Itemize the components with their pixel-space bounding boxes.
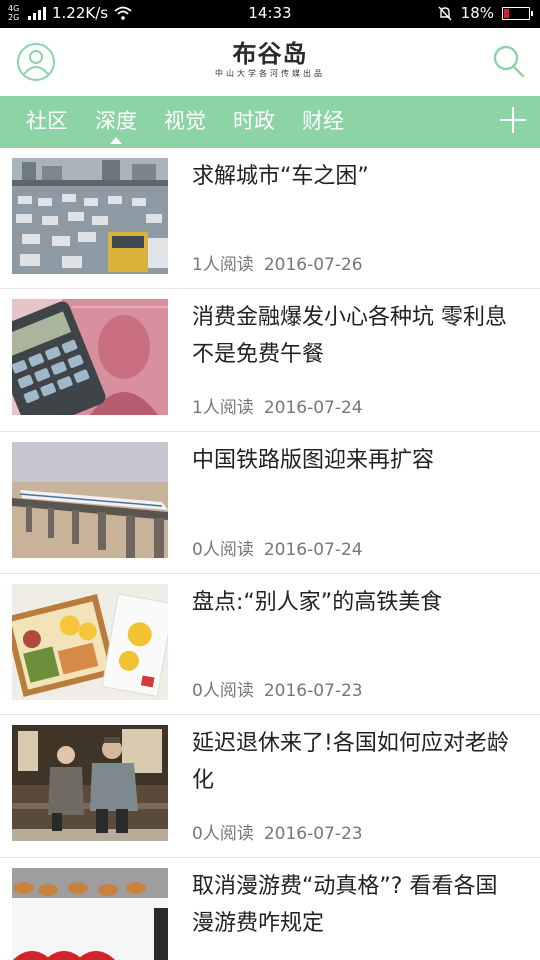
publish-date: 2016-07-23 [263,824,363,844]
article-title[interactable]: 盘点:“别人家”的高铁美食 [192,584,518,621]
article-title[interactable]: 取消漫游费“动真格”? 看看各国漫游费咋规定 [192,868,518,942]
publish-date: 2016-07-24 [263,540,363,560]
high-speed-train-photo [12,442,168,558]
article-title[interactable]: 求解城市“车之困” [192,158,518,195]
tab-community[interactable]: 社区 [26,108,68,134]
read-count: 1人阅读 [192,255,254,275]
traffic-jam-photo [12,158,168,274]
read-count: 0人阅读 [192,824,254,844]
docomo-sign-photo [12,868,168,960]
article-title[interactable]: 延迟退休来了!各国如何应对老龄化 [192,725,518,799]
publish-date: 2016-07-24 [263,398,363,418]
article-title[interactable]: 中国铁路版图迎来再扩容 [192,442,518,479]
article-item[interactable]: 求解城市“车之困” 1人阅读 2016-07-26 [0,148,540,289]
article-meta: 1人阅读 2016-07-26 [192,250,363,275]
article-title[interactable]: 消费金融爆发小心各种坑 零利息不是免费午餐 [192,299,518,373]
calculator-banknote-photo [12,299,168,415]
article-meta: 0人阅读 2016-07-23 [192,819,363,844]
read-count: 0人阅读 [192,540,254,560]
search-icon[interactable] [492,44,526,80]
tab-finance[interactable]: 财经 [302,108,344,134]
elderly-couple-photo [12,725,168,841]
read-count: 0人阅读 [192,681,254,701]
article-meta: 1人阅读 2016-07-24 [192,393,363,418]
app-header: 布谷岛 中山大学各河传媒出品 [0,28,540,96]
tab-politics[interactable]: 时政 [233,108,275,134]
article-meta: 0人阅读 2016-07-24 [192,535,363,560]
article-item[interactable]: 取消漫游费“动真格”? 看看各国漫游费咋规定 [0,858,540,960]
bento-box-photo [12,584,168,700]
battery-percent: 18% [460,4,494,22]
app-logo: 布谷岛 中山大学各河传媒出品 [0,40,540,80]
plus-icon[interactable] [498,105,528,135]
article-meta: 0人阅读 2016-07-23 [192,676,363,701]
status-bar: 4G 2G 1.22K/s 14:33 18% [0,0,540,28]
publish-date: 2016-07-26 [263,255,363,275]
article-item[interactable]: 延迟退休来了!各国如何应对老龄化 0人阅读 2016-07-23 [0,715,540,858]
category-tabs: 社区 深度 视觉 时政 财经 [0,96,540,148]
publish-date: 2016-07-23 [263,681,363,701]
read-count: 1人阅读 [192,398,254,418]
article-item[interactable]: 盘点:“别人家”的高铁美食 0人阅读 2016-07-23 [0,574,540,715]
logo-title: 布谷岛 [232,40,308,68]
article-item[interactable]: 中国铁路版图迎来再扩容 0人阅读 2016-07-24 [0,432,540,574]
article-item[interactable]: 消费金融爆发小心各种坑 零利息不是免费午餐 1人阅读 2016-07-24 [0,289,540,432]
tab-visual[interactable]: 视觉 [164,108,206,134]
logo-subtitle: 中山大学各河传媒出品 [215,69,325,78]
battery-icon [502,6,533,20]
mute-icon [438,6,452,21]
tab-depth[interactable]: 深度 [95,108,137,144]
